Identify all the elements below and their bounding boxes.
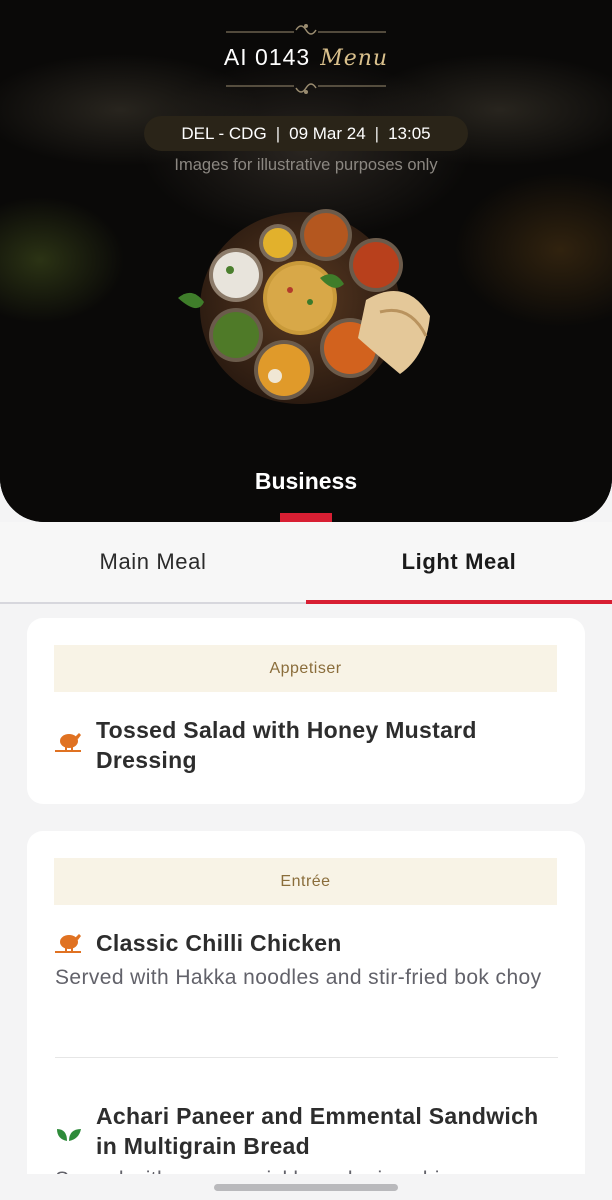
flight-number: AI 0143	[223, 44, 311, 70]
separator: |	[275, 123, 281, 143]
tab-main-meal[interactable]: Main Meal	[0, 522, 306, 602]
divider	[55, 1057, 558, 1058]
meal-tabs: Main Meal Light Meal	[0, 522, 612, 604]
chicken-icon	[55, 934, 81, 953]
dish-name: Tossed Salad with Honey Mustard Dressing	[96, 717, 477, 773]
dish-name: Achari Paneer and Emmental Sandwich in M…	[96, 1103, 539, 1159]
food-platter-image	[178, 209, 430, 404]
cabin-class-indicator	[280, 513, 332, 522]
section-header: Appetiser	[54, 645, 557, 692]
leaf-icon	[57, 1129, 81, 1141]
home-indicator-bar[interactable]	[214, 1184, 398, 1191]
menu-script-label: Menu	[320, 46, 389, 71]
flight-time: 13:05	[388, 123, 431, 143]
menu-hero: AI 0143 Menu DEL - CDG | 09 Mar 24 | 13:0…	[0, 0, 612, 522]
section-card-entree: Entrée Classic Chilli Chicken Served wit…	[27, 831, 585, 1200]
chicken-icon	[55, 733, 81, 752]
cabin-class-label[interactable]: Business	[0, 468, 612, 495]
flight-title: AI 0143 Menu	[0, 44, 612, 71]
ornament-bottom-icon	[226, 83, 386, 94]
flight-menu-screen: AI 0143 Menu DEL - CDG | 09 Mar 24 | 13:0…	[0, 0, 612, 1200]
flight-info-pill: DEL - CDG | 09 Mar 24 | 13:05	[144, 116, 468, 151]
ornament-top-icon	[226, 24, 386, 35]
flight-date: 09 Mar 24	[289, 123, 366, 143]
section-header: Entrée	[54, 858, 557, 905]
dish-description: Served with Hakka noodles and stir-fried…	[55, 966, 542, 989]
dish-name: Classic Chilli Chicken	[96, 930, 342, 956]
tab-light-meal[interactable]: Light Meal	[306, 522, 612, 604]
separator: |	[374, 123, 380, 143]
section-card-appetiser: Appetiser Tossed Salad with Honey Mustar…	[27, 618, 585, 804]
route: DEL - CDG	[181, 123, 267, 143]
image-disclaimer: Images for illustrative purposes only	[174, 156, 438, 174]
